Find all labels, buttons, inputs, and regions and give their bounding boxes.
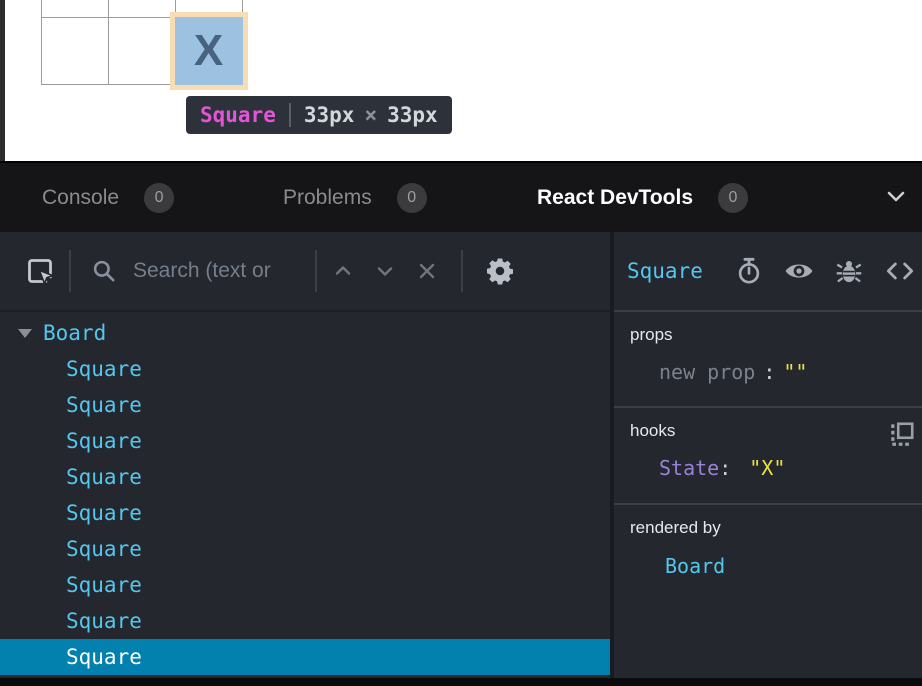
previous-result-icon[interactable] xyxy=(331,259,355,283)
tree-row-square[interactable]: Square xyxy=(0,387,610,423)
tree-row-board[interactable]: Board xyxy=(0,315,610,351)
tooltip-separator xyxy=(289,103,291,127)
tree-row-label: Square xyxy=(66,573,142,597)
rendered-by-section: rendered by Board xyxy=(614,505,922,592)
tab-badge: 0 xyxy=(144,183,174,213)
window-edge xyxy=(0,0,5,163)
board-square[interactable] xyxy=(41,17,109,85)
tab-label: Problems xyxy=(283,186,372,210)
tree-row-square[interactable]: Square xyxy=(0,495,610,531)
caret-down-icon[interactable] xyxy=(18,329,32,338)
prop-value[interactable]: "" xyxy=(783,360,807,384)
parse-hook-names-icon[interactable] xyxy=(888,420,916,448)
board-square[interactable] xyxy=(108,17,176,85)
selected-component-title: Square xyxy=(627,259,703,283)
component-tree: Board Square Square Square Square Square Squar… xyxy=(0,312,614,678)
tree-row-square[interactable]: Square xyxy=(0,603,610,639)
toolbar-divider xyxy=(69,250,71,292)
props-header: props xyxy=(630,325,922,345)
prop-row: new prop : "" xyxy=(630,360,922,384)
board-square[interactable] xyxy=(108,0,176,18)
tooltip-dimensions: 33px × 33px xyxy=(304,103,438,127)
tree-row-label: Square xyxy=(66,393,142,417)
tab-label: React DevTools xyxy=(537,186,693,210)
tree-row-label: Square xyxy=(66,357,142,381)
hooks-header: hooks xyxy=(630,421,922,441)
hook-name: State xyxy=(659,456,719,480)
clear-search-icon[interactable] xyxy=(415,259,439,283)
search-input[interactable] xyxy=(133,259,315,283)
board-square-highlighted[interactable]: X xyxy=(175,17,243,85)
tic-tac-toe-board: X xyxy=(41,0,242,84)
bottom-edge xyxy=(0,678,922,686)
devtools-tab-bar: Console 0 Problems 0 React DevTools 0 xyxy=(0,163,922,232)
tooltip-height: 33px xyxy=(387,103,438,127)
next-result-icon[interactable] xyxy=(373,259,397,283)
tree-row-square[interactable]: Square xyxy=(0,459,610,495)
tooltip-width: 33px xyxy=(304,103,355,127)
tree-row-label: Board xyxy=(43,321,106,345)
bug-icon[interactable] xyxy=(835,257,863,285)
tree-row-square[interactable]: Square xyxy=(0,531,610,567)
tree-row-square[interactable]: Square xyxy=(0,567,610,603)
colon: : xyxy=(763,360,775,384)
tree-row-label: Square xyxy=(66,429,142,453)
gear-icon[interactable] xyxy=(485,256,515,286)
component-details: props new prop : "" hooks xyxy=(614,312,922,678)
tab-badge: 0 xyxy=(397,183,427,213)
view-source-icon[interactable] xyxy=(883,257,917,285)
eye-icon[interactable] xyxy=(783,257,815,285)
react-devtools-content: Board Square Square Square Square Square Squar… xyxy=(0,312,922,678)
board-square[interactable] xyxy=(175,0,243,18)
toolbar-divider xyxy=(315,250,317,292)
toolbar-divider xyxy=(461,250,463,292)
tree-row-label: Square xyxy=(66,501,142,525)
rendered-by-header: rendered by xyxy=(630,518,922,538)
tree-row-label: Square xyxy=(66,465,142,489)
tree-row-square[interactable]: Square xyxy=(0,639,610,675)
tree-row-label: Square xyxy=(66,645,142,669)
tab-react-devtools[interactable]: React DevTools 0 xyxy=(537,163,748,232)
hook-value[interactable]: "X" xyxy=(749,456,785,480)
chevron-down-icon[interactable] xyxy=(884,185,908,209)
tooltip-times: × xyxy=(364,103,377,127)
tree-row-label: Square xyxy=(66,537,142,561)
tab-label: Console xyxy=(42,186,119,210)
new-prop-input[interactable]: new prop xyxy=(659,360,755,384)
props-section: props new prop : "" xyxy=(614,312,922,408)
details-toolbar: Square xyxy=(614,232,922,312)
tree-row-square[interactable]: Square xyxy=(0,423,610,459)
hook-row: State : "X" xyxy=(630,456,922,480)
tree-toolbar xyxy=(0,232,614,312)
page-viewport: X Square 33px × 33px xyxy=(0,0,922,163)
tab-problems[interactable]: Problems 0 xyxy=(283,163,427,232)
react-devtools-toolbar: Square xyxy=(0,232,922,312)
tree-row-square[interactable]: Square xyxy=(0,351,610,387)
tooltip-component-name: Square xyxy=(200,103,276,127)
suspend-timer-icon[interactable] xyxy=(735,257,763,285)
hooks-section: hooks State : "X" xyxy=(614,408,922,505)
rendered-by-link[interactable]: Board xyxy=(630,554,922,578)
search-icon xyxy=(91,258,117,284)
colon: : xyxy=(719,456,731,480)
tab-badge: 0 xyxy=(718,183,748,213)
tree-row-label: Square xyxy=(66,609,142,633)
inspect-element-icon[interactable] xyxy=(26,257,54,285)
tab-console[interactable]: Console 0 xyxy=(42,163,174,232)
inspect-tooltip: Square 33px × 33px xyxy=(186,96,452,134)
board-square[interactable] xyxy=(41,0,109,18)
